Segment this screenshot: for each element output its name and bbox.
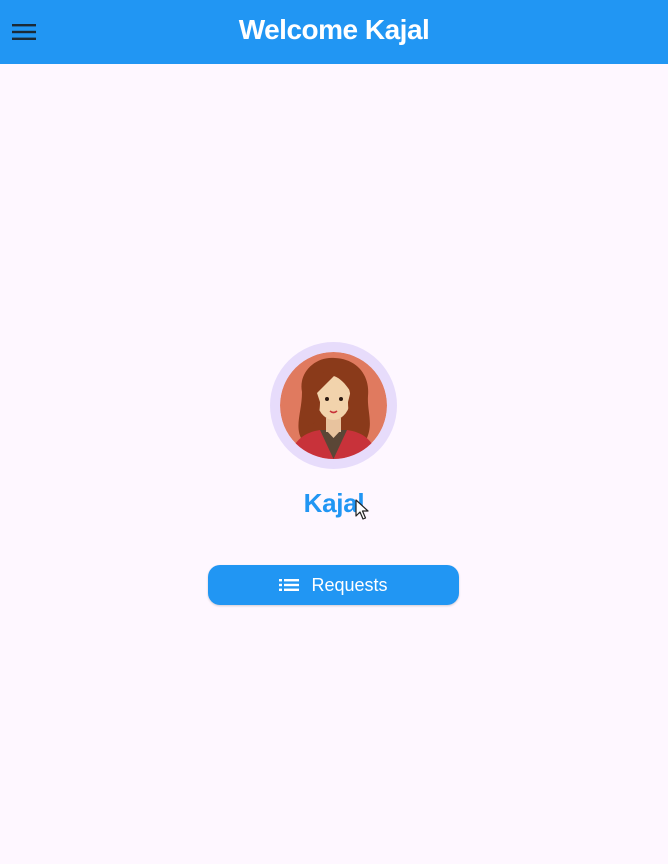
requests-button[interactable]: Requests (208, 565, 459, 605)
user-name: Kajal (303, 488, 365, 518)
requests-button-label: Requests (311, 574, 388, 595)
app-bar: Welcome Kajal (0, 0, 668, 64)
avatar[interactable] (280, 352, 387, 459)
avatar-ring (270, 342, 397, 469)
list-icon (279, 579, 300, 591)
female-avatar-icon (280, 352, 387, 459)
page-title: Welcome Kajal (238, 14, 430, 45)
